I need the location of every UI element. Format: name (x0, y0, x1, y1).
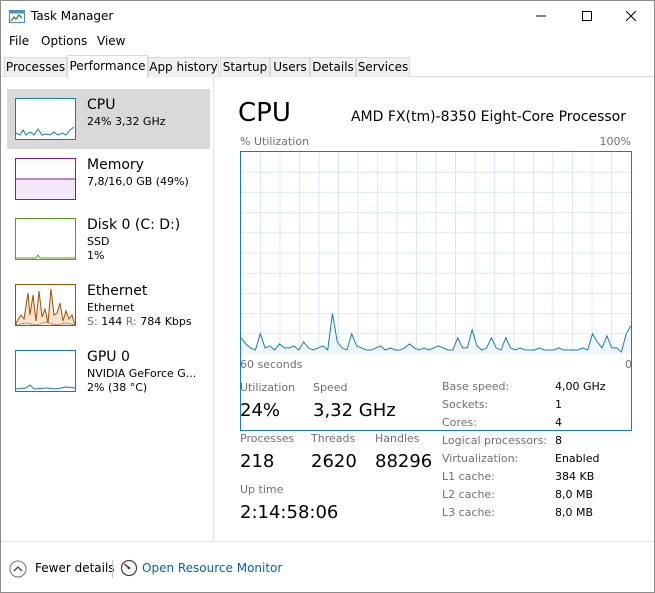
resource-monitor-icon (120, 559, 138, 577)
resource-title: Memory (87, 157, 144, 173)
detail-label-l2-cache: L2 cache: (442, 488, 495, 501)
handles-label: Handles (375, 432, 420, 445)
threads-label: Threads (311, 432, 356, 445)
uptime-label: Up time (240, 483, 284, 496)
resource-title: GPU 0 (87, 349, 130, 365)
tab-details[interactable]: Details (310, 57, 356, 77)
detail-value-virtualization: Enabled (555, 452, 600, 465)
title-bar[interactable]: Task Manager (1, 1, 654, 31)
cpu-graph-canvas (241, 152, 631, 354)
tab-processes[interactable]: Processes (4, 57, 67, 77)
tab-services[interactable]: Services (356, 57, 410, 77)
receive-label: R: (125, 315, 137, 328)
receive-value: 784 Kbps (140, 315, 192, 328)
close-icon (626, 11, 636, 21)
task-manager-app-icon (9, 9, 25, 23)
disk-thumbnail-graph (15, 218, 76, 260)
tab-startup[interactable]: Startup (220, 57, 270, 77)
detail-label-virtualization: Virtualization: (442, 452, 519, 465)
memory-thumbnail-graph (15, 158, 76, 200)
page-title: CPU (238, 98, 291, 128)
time-axis-end: 0 (625, 358, 632, 371)
utilization-axis-max: 100% (599, 135, 631, 148)
handles-value: 88296 (375, 451, 433, 472)
send-value: 144 (101, 315, 123, 328)
menu-file[interactable]: File (9, 34, 29, 49)
maximize-button[interactable] (564, 1, 610, 31)
tab-users[interactable]: Users (270, 57, 310, 77)
cpu-model-name: AMD FX(tm)-8350 Eight-Core Processor (350, 109, 626, 125)
cpu-detail-panel: CPU AMD FX(tm)-8350 Eight-Core Processor… (221, 78, 654, 541)
tab-bar: Processes Performance App history Startu… (1, 55, 654, 78)
resource-sub: 24% 3,32 GHz (87, 115, 166, 128)
resource-sub-2: 2% (38 °C) (87, 381, 148, 394)
resource-item-disk[interactable]: Disk 0 (C: D:) SSD 1% (7, 209, 210, 269)
detail-value-cores: 4 (555, 416, 562, 429)
resource-item-memory[interactable]: Memory 7,8/16,0 GB (49%) (7, 149, 210, 209)
utilization-axis-label: % Utilization (240, 135, 310, 148)
speed-value: 3,32 GHz (313, 400, 396, 421)
resource-title: Ethernet (87, 283, 148, 299)
detail-value-base-speed: 4,00 GHz (555, 380, 606, 393)
resource-sub: NVIDIA GeForce G... (87, 367, 197, 380)
tab-app-history[interactable]: App history (148, 57, 219, 77)
menu-options[interactable]: Options (41, 34, 87, 49)
send-label: S: (87, 315, 98, 328)
detail-label-base-speed: Base speed: (442, 380, 510, 393)
resource-sub: Ethernet (87, 301, 135, 314)
bottom-separator (1, 541, 654, 542)
detail-value-l3-cache: 8,0 MB (555, 506, 594, 519)
detail-label-sockets: Sockets: (442, 398, 489, 411)
minimize-button[interactable] (518, 1, 564, 31)
detail-label-l3-cache: L3 cache: (442, 506, 495, 519)
menu-view[interactable]: View (97, 34, 125, 49)
time-axis-label: 60 seconds (240, 358, 303, 371)
resource-item-ethernet[interactable]: Ethernet Ethernet S: 144 R: 784 Kbps (7, 275, 210, 335)
minimize-icon (536, 15, 546, 17)
resource-item-gpu[interactable]: GPU 0 NVIDIA GeForce G... 2% (38 °C) (7, 341, 210, 401)
ethernet-thumbnail-graph (15, 284, 76, 326)
menu-bar: File Options View (1, 31, 654, 53)
resource-sub: SSD (87, 235, 110, 248)
resource-sub-2: 1% (87, 249, 105, 262)
chevron-up-icon (9, 560, 27, 578)
ethernet-throughput: S: 144 R: 784 Kbps (87, 315, 192, 329)
resource-title: CPU (87, 97, 116, 113)
detail-label-l1-cache: L1 cache: (442, 470, 495, 483)
cpu-thumbnail-graph (15, 98, 76, 140)
maximize-icon (582, 11, 592, 21)
detail-value-l2-cache: 8,0 MB (555, 488, 594, 501)
detail-value-logical-processors: 8 (555, 434, 562, 447)
tab-performance[interactable]: Performance (67, 55, 148, 78)
open-resource-monitor-label: Open Resource Monitor (142, 561, 283, 575)
speed-label: Speed (313, 381, 348, 394)
threads-value: 2620 (311, 451, 357, 472)
resource-title: Disk 0 (C: D:) (87, 217, 181, 233)
window-title: Task Manager (31, 9, 114, 23)
fewer-details-label: Fewer details (35, 561, 115, 575)
detail-value-l1-cache: 384 KB (555, 470, 595, 483)
uptime-value: 2:14:58:06 (240, 502, 339, 523)
detail-value-sockets: 1 (555, 398, 562, 411)
processes-label: Processes (240, 432, 295, 445)
task-manager-window: Task Manager File Options View Processes… (0, 0, 655, 593)
gpu-thumbnail-graph (15, 350, 76, 392)
detail-label-cores: Cores: (442, 416, 477, 429)
processes-value: 218 (240, 451, 275, 472)
utilization-label: Utilization (240, 381, 296, 394)
close-button[interactable] (608, 1, 654, 31)
resource-sub: 7,8/16,0 GB (49%) (87, 175, 189, 188)
resource-list: CPU 24% 3,32 GHz Memory 7,8/16,0 GB (49%… (1, 78, 213, 541)
utilization-value: 24% (240, 400, 281, 421)
panel-divider (213, 78, 214, 541)
detail-label-logical-processors: Logical processors: (442, 434, 548, 447)
resource-item-cpu[interactable]: CPU 24% 3,32 GHz (7, 89, 210, 149)
bottom-divider (112, 560, 113, 578)
